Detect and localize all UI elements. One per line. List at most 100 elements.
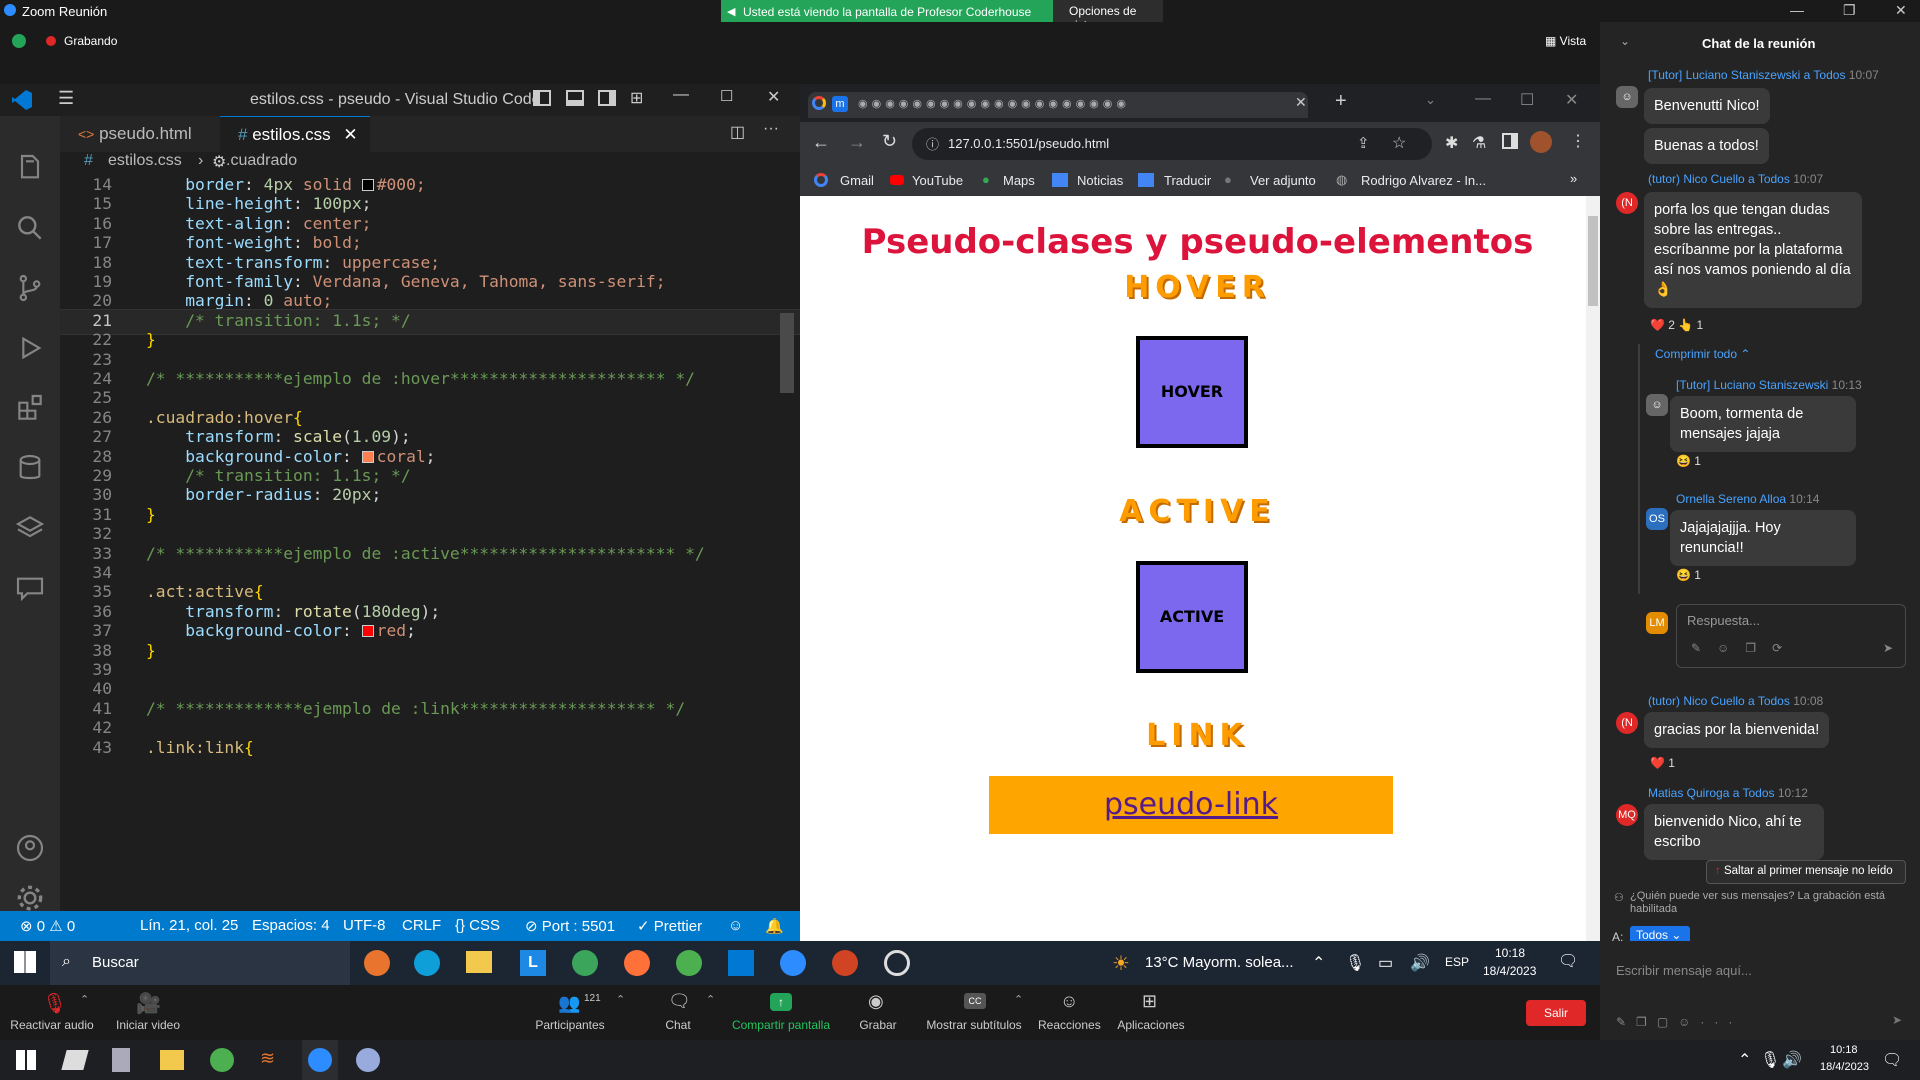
feedback-icon[interactable]: ☺ — [728, 917, 743, 934]
bookmark-maps[interactable]: Maps — [1003, 173, 1035, 188]
split-editor-icon[interactable]: ◫ — [730, 122, 745, 142]
bookmark-noticias[interactable]: Noticias — [1077, 173, 1123, 188]
view-options-button[interactable]: Opciones de vista ⌄ — [1053, 0, 1163, 32]
leave-button[interactable]: Salir — [1526, 1000, 1586, 1026]
source-control-icon[interactable] — [14, 272, 46, 304]
layout-secondary-icon[interactable] — [598, 90, 616, 106]
send-icon[interactable]: ➤ — [1892, 1013, 1902, 1027]
tab-pseudo-html[interactable]: <> pseudo.html — [60, 116, 220, 152]
taskbar-search[interactable]: ⌕ Buscar — [50, 941, 350, 985]
code-line[interactable]: 43 .link:link{ — [60, 737, 800, 761]
app-icon[interactable] — [356, 1048, 380, 1072]
vscode-icon[interactable] — [728, 950, 754, 976]
live-server-port[interactable]: ⊘ Port : 5501 — [525, 917, 615, 935]
notifications-icon[interactable]: 🗨 — [1882, 1050, 1902, 1070]
back-icon[interactable]: ← — [812, 132, 830, 153]
new-tab-icon[interactable]: + — [1335, 90, 1347, 113]
tab-favicons-strip[interactable]: m ◉◉◉◉◉◉◉◉◉◉◉◉◉◉◉◉◉◉◉◉ — [808, 92, 1308, 118]
restore-icon[interactable]: ❐ — [1843, 2, 1856, 19]
obs-icon[interactable] — [884, 950, 910, 976]
eol-status[interactable]: CRLF — [402, 917, 441, 934]
volume-icon[interactable]: 🔊 — [1782, 1050, 1802, 1070]
layout-panel-icon[interactable] — [566, 90, 584, 106]
remote-explorer-icon[interactable] — [14, 572, 46, 604]
hover-box[interactable]: HOVER — [1136, 336, 1248, 448]
language-indicator[interactable]: ESP — [1445, 955, 1469, 969]
reply-box[interactable]: Respuesta... ✎☺❐⟳ ➤ — [1676, 604, 1906, 668]
database-icon[interactable] — [14, 452, 46, 484]
chat-input[interactable]: Escribir mensaje aquí... — [1616, 963, 1752, 978]
zoom-icon[interactable] — [308, 1048, 332, 1072]
bookmark-star-icon[interactable]: ☆ — [1392, 133, 1406, 153]
layout-sidebar-icon[interactable] — [533, 90, 551, 106]
app-icon[interactable] — [364, 950, 390, 976]
minimize-icon[interactable]: — — [673, 86, 689, 104]
close-icon[interactable]: ✕ — [1565, 90, 1578, 110]
bookmark-rodrigo[interactable]: Rodrigo Alvarez - In... — [1361, 173, 1486, 188]
reply-tools-icons[interactable]: ✎☺❐⟳ — [1691, 641, 1798, 655]
sublime-icon[interactable]: ≋ — [260, 1048, 275, 1069]
bookmark-youtube[interactable]: YouTube — [912, 173, 963, 188]
prettier-status[interactable]: ✓ Prettier — [637, 917, 702, 935]
clock-date[interactable]: 18/4/2023 — [1483, 964, 1536, 978]
compose-tools-icons[interactable]: ✎❐▢☺··· — [1616, 1015, 1742, 1029]
kebab-menu-icon[interactable]: ⋮ — [1570, 131, 1586, 151]
gear-icon[interactable] — [14, 882, 46, 914]
encoding-status[interactable]: UTF-8 — [343, 917, 386, 934]
avatar[interactable] — [1530, 131, 1552, 153]
notifications-icon[interactable]: 🗨 — [1558, 951, 1578, 971]
share-icon[interactable]: ⇪ — [1357, 134, 1370, 152]
indentation-status[interactable]: Espacios: 4 — [252, 917, 330, 934]
clock-date[interactable]: 18/4/2023 — [1820, 1061, 1869, 1073]
tab-search-icon[interactable]: ⌄ — [1425, 92, 1436, 108]
zoom-icon[interactable] — [780, 950, 806, 976]
chrome-icon[interactable] — [572, 950, 598, 976]
chevron-up-icon[interactable]: ⌃ — [1312, 953, 1325, 973]
clock-time[interactable]: 10:18 — [1830, 1044, 1858, 1056]
breadcrumb-file[interactable]: estilos.css — [108, 152, 182, 170]
scrollbar-thumb[interactable] — [1588, 216, 1598, 306]
tab-estilos-css[interactable]: # estilos.css ✕ — [220, 116, 370, 152]
minimize-icon[interactable]: — — [1475, 90, 1491, 108]
active-box[interactable]: ACTIVE — [1136, 561, 1248, 673]
collapse-chat-icon[interactable]: ⌄ — [1620, 34, 1630, 48]
reactions[interactable]: 😆 1 — [1676, 454, 1701, 468]
reactions[interactable]: 😆 1 — [1676, 568, 1701, 582]
view-button[interactable]: ▦ Vista — [1545, 34, 1586, 48]
weather-text[interactable]: 13°C Mayorm. solea... — [1145, 954, 1294, 971]
firefox-icon[interactable] — [624, 950, 650, 976]
calculator-icon[interactable] — [112, 1048, 130, 1072]
collapse-all-button[interactable]: Comprimir todo ⌃ — [1655, 347, 1750, 361]
microphone-icon[interactable]: 🎙 — [1760, 1050, 1780, 1070]
forward-icon[interactable]: → — [848, 132, 866, 153]
battery-icon[interactable]: ▭ — [1378, 953, 1393, 973]
chevron-up-icon[interactable]: ⌃ — [80, 993, 89, 1006]
file-explorer-icon[interactable] — [466, 951, 492, 973]
volume-icon[interactable]: 🔊 — [1410, 953, 1430, 973]
chevron-up-icon[interactable]: ⌃ — [1014, 993, 1023, 1006]
page-scrollbar[interactable] — [1586, 196, 1600, 941]
account-icon[interactable] — [14, 832, 46, 864]
tab-close-icon[interactable]: ✕ — [343, 125, 357, 144]
l-app-icon[interactable]: L — [520, 950, 546, 976]
explorer-icon[interactable] — [14, 152, 46, 184]
chrome-icon[interactable] — [676, 950, 702, 976]
labs-icon[interactable]: ⚗ — [1472, 133, 1486, 153]
reactions[interactable]: ❤️ 1 — [1650, 756, 1675, 770]
clock-time[interactable]: 10:18 — [1495, 946, 1525, 960]
microphone-icon[interactable]: 🎙 — [1345, 953, 1365, 973]
bell-icon[interactable]: 🔔 — [765, 917, 784, 935]
pseudo-link[interactable]: pseudo-link — [1104, 787, 1278, 822]
search-icon[interactable] — [14, 212, 46, 244]
chevron-up-icon[interactable]: ⌃ — [706, 993, 715, 1006]
file-explorer-icon[interactable] — [160, 1050, 184, 1070]
site-info-icon[interactable]: ⓘ — [926, 134, 939, 153]
windows-start-icon[interactable] — [14, 951, 36, 973]
more-bookmarks-icon[interactable]: » — [1570, 171, 1577, 186]
customize-layout-icon[interactable]: ⊞ — [630, 88, 643, 108]
close-icon[interactable]: ✕ — [1895, 2, 1907, 19]
reactions[interactable]: ❤️ 2 👆 1 — [1650, 318, 1703, 332]
reload-icon[interactable]: ↻ — [882, 131, 897, 152]
more-actions-icon[interactable]: ··· — [763, 120, 779, 138]
extensions-icon[interactable]: ✱ — [1445, 133, 1458, 153]
